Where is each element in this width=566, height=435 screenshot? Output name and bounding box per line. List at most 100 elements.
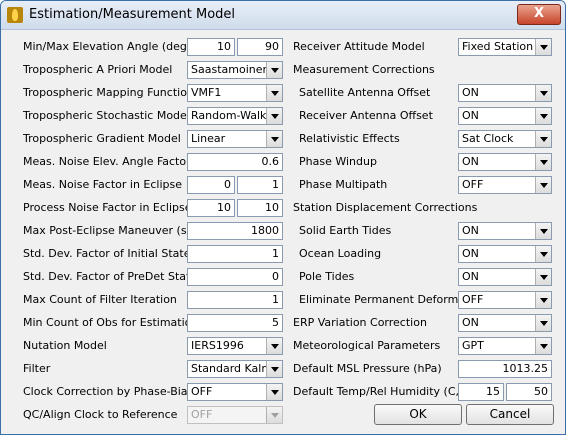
station-displacement-header: Station Displacement Corrections (293, 201, 478, 214)
max-filter-iter-input[interactable]: 1 (187, 291, 283, 309)
noise-elev-factor-label: Meas. Noise Elev. Angle Factor (23, 155, 191, 168)
perm-deform-value: OFF (462, 293, 484, 306)
chevron-down-icon[interactable] (535, 154, 551, 170)
max-elev-input[interactable]: 90 (237, 38, 283, 56)
tropo-gradient-select[interactable]: Linear (187, 130, 283, 148)
perm-deform-select[interactable]: OFF (458, 291, 552, 309)
tropo-stochastic-label: Tropospheric Stochastic Model (23, 109, 190, 122)
rcv-antenna-label: Receiver Antenna Offset (299, 109, 433, 122)
noise-elev-factor-input[interactable]: 0.6 (187, 153, 283, 171)
pole-tides-select[interactable]: ON (458, 268, 552, 286)
close-button[interactable]: X (517, 4, 561, 25)
tropo-mapping-select[interactable]: VMF1 (187, 84, 283, 102)
sat-antenna-label: Satellite Antenna Offset (299, 86, 431, 99)
humidity-input[interactable]: 50 (506, 383, 552, 401)
sat-antenna-select[interactable]: ON (458, 84, 552, 102)
receiver-attitude-label: Receiver Attitude Model (293, 40, 425, 53)
max-filter-iter-label: Max Count of Filter Iteration (23, 293, 177, 306)
min-elev-input[interactable]: 10 (187, 38, 235, 56)
nutation-select[interactable]: IERS1996 (187, 337, 283, 355)
clock-correction-select[interactable]: OFF (187, 383, 283, 401)
temp-input[interactable]: 15 (458, 383, 504, 401)
chevron-down-icon (266, 407, 282, 423)
relativistic-select[interactable]: Sat Clock (458, 130, 552, 148)
process-noise-eclipse-input-2[interactable]: 10 (237, 199, 283, 217)
chevron-down-icon[interactable] (535, 131, 551, 147)
tropo-stochastic-select[interactable]: Random-Walk (187, 107, 283, 125)
std-initial-label: Std. Dev. Factor of Initial States (23, 247, 197, 260)
cancel-button[interactable]: Cancel (466, 404, 554, 425)
chevron-down-icon[interactable] (266, 131, 282, 147)
std-predet-input[interactable]: 0 (187, 268, 283, 286)
noise-eclipse-label: Meas. Noise Factor in Eclipse (23, 178, 183, 191)
window-title: Estimation/Measurement Model (29, 7, 236, 22)
chevron-down-icon[interactable] (535, 108, 551, 124)
qc-align-label: QC/Align Clock to Reference (23, 408, 178, 421)
tropo-apriori-label: Tropospheric A Priori Model (23, 63, 173, 76)
chevron-down-icon[interactable] (535, 315, 551, 331)
ocean-loading-select[interactable]: ON (458, 245, 552, 263)
met-params-value: GPT (462, 339, 484, 352)
ok-button[interactable]: OK (374, 404, 462, 425)
temp-humidity-label: Default Temp/Rel Humidity (C,%) (293, 385, 474, 398)
chevron-down-icon[interactable] (266, 62, 282, 78)
chevron-down-icon[interactable] (266, 108, 282, 124)
receiver-attitude-select[interactable]: Fixed Station (458, 38, 552, 56)
chevron-down-icon[interactable] (535, 292, 551, 308)
clock-correction-label: Clock Correction by Phase-Bias (23, 385, 194, 398)
chevron-down-icon[interactable] (266, 384, 282, 400)
noise-eclipse-input-2[interactable]: 1 (237, 176, 283, 194)
nutation-label: Nutation Model (23, 339, 107, 352)
title-bar[interactable]: Estimation/Measurement Model X (1, 1, 565, 30)
chevron-down-icon[interactable] (266, 85, 282, 101)
process-noise-eclipse-input-1[interactable]: 10 (187, 199, 235, 217)
tropo-apriori-value: Saastamoinen (191, 63, 270, 76)
phase-multipath-select[interactable]: OFF (458, 176, 552, 194)
rcv-antenna-value: ON (462, 109, 479, 122)
process-noise-eclipse-label: Process Noise Factor in Eclipse (23, 201, 192, 214)
min-obs-input[interactable]: 5 (187, 314, 283, 332)
msl-pressure-label: Default MSL Pressure (hPa) (293, 362, 442, 375)
tropo-mapping-label: Tropospheric Mapping Function (23, 86, 194, 99)
filter-label: Filter (23, 362, 51, 375)
solid-earth-value: ON (462, 224, 479, 237)
met-params-label: Meteorological Parameters (293, 339, 441, 352)
dialog-window: Estimation/Measurement Model X Min/Max E… (0, 0, 566, 435)
perm-deform-label: Eliminate Permanent Deform. (299, 293, 462, 306)
chevron-down-icon[interactable] (535, 177, 551, 193)
rcv-antenna-select[interactable]: ON (458, 107, 552, 125)
tropo-apriori-select[interactable]: Saastamoinen (187, 61, 283, 79)
solid-earth-label: Solid Earth Tides (299, 224, 392, 237)
relativistic-value: Sat Clock (462, 132, 514, 145)
phase-multipath-label: Phase Multipath (299, 178, 388, 191)
solid-earth-select[interactable]: ON (458, 222, 552, 240)
min-obs-label: Min Count of Obs for Estimation (23, 316, 199, 329)
erp-variation-select[interactable]: ON (458, 314, 552, 332)
filter-select[interactable]: Standard Kalman (187, 360, 283, 378)
met-params-select[interactable]: GPT (458, 337, 552, 355)
phase-windup-label: Phase Windup (299, 155, 377, 168)
post-eclipse-label: Max Post-Eclipse Maneuver (sec) (23, 224, 204, 237)
chevron-down-icon[interactable] (535, 85, 551, 101)
qc-align-select: OFF (187, 406, 283, 424)
measurement-corrections-header: Measurement Corrections (293, 63, 435, 76)
nutation-value: IERS1996 (191, 339, 244, 352)
chevron-down-icon[interactable] (535, 269, 551, 285)
chevron-down-icon[interactable] (535, 246, 551, 262)
chevron-down-icon[interactable] (266, 361, 282, 377)
chevron-down-icon[interactable] (535, 223, 551, 239)
tropo-stochastic-value: Random-Walk (191, 109, 267, 122)
chevron-down-icon[interactable] (535, 338, 551, 354)
erp-variation-label: ERP Variation Correction (293, 316, 427, 329)
noise-eclipse-input-1[interactable]: 0 (187, 176, 235, 194)
post-eclipse-input[interactable]: 1800 (187, 222, 283, 240)
std-initial-input[interactable]: 1 (187, 245, 283, 263)
receiver-attitude-value: Fixed Station (462, 40, 534, 53)
chevron-down-icon[interactable] (266, 338, 282, 354)
app-flame-icon (7, 7, 23, 23)
phase-windup-select[interactable]: ON (458, 153, 552, 171)
ocean-loading-value: ON (462, 247, 479, 260)
msl-pressure-input[interactable]: 1013.25 (458, 360, 552, 378)
sat-antenna-value: ON (462, 86, 479, 99)
chevron-down-icon[interactable] (535, 39, 551, 55)
